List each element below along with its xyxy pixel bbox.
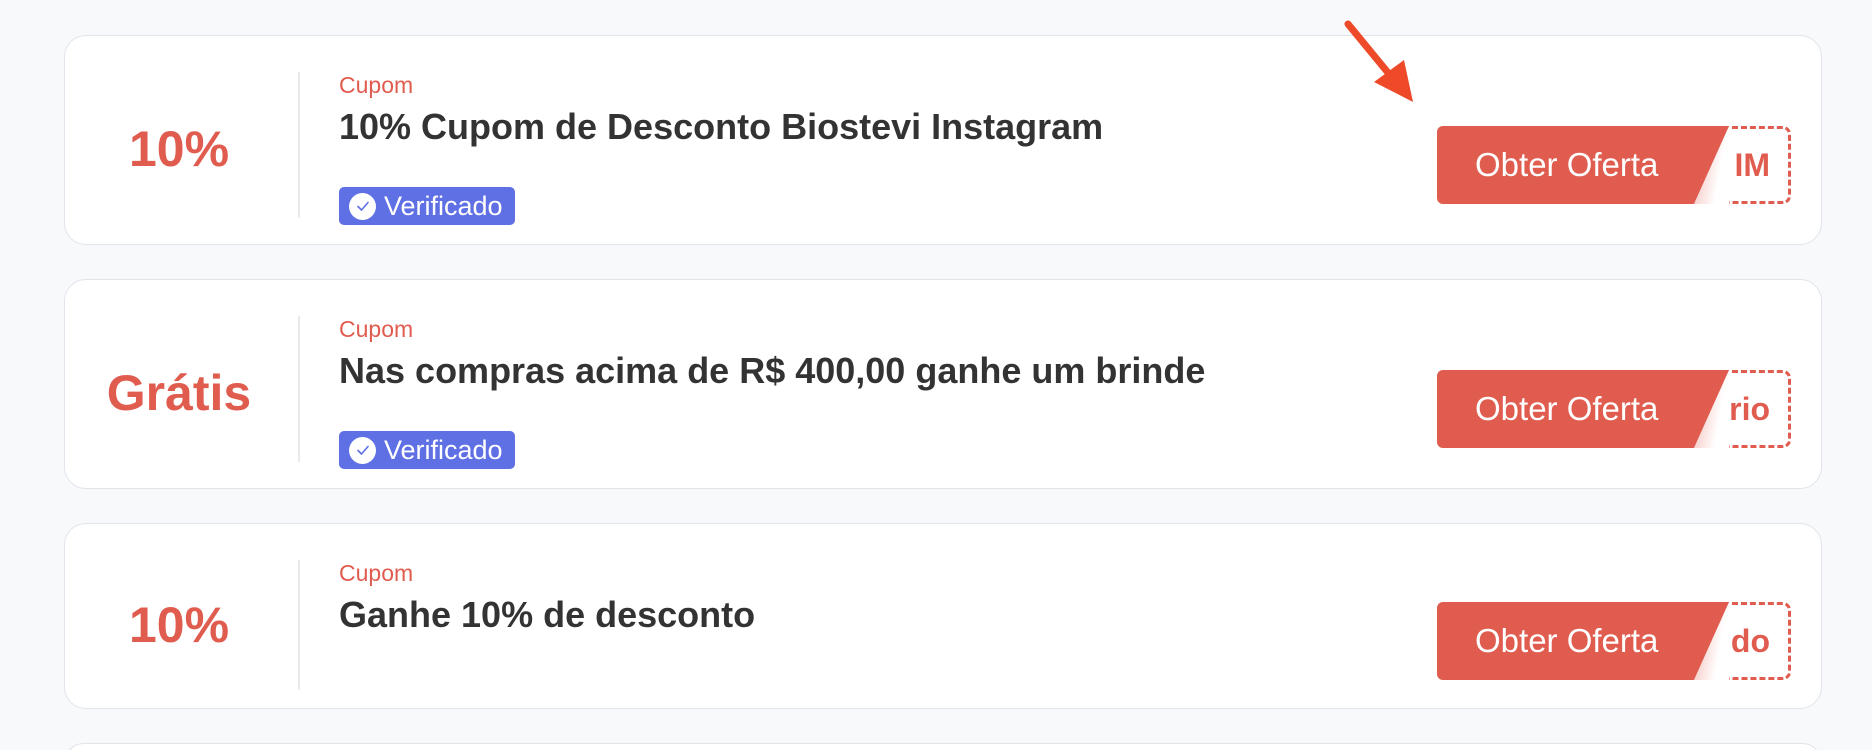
coupon-title[interactable]: 10% Cupom de Desconto Biostevi Instagram (339, 106, 1103, 148)
coupon-card-partial (64, 743, 1822, 750)
discount-value: Grátis (106, 365, 252, 421)
coupon-list-page: 10% Cupom 10% Cupom de Desconto Biostevi… (0, 0, 1872, 750)
get-offer-button[interactable]: Obter Oferta (1437, 370, 1729, 448)
coupon-card: Grátis Cupom Nas compras acima de R$ 400… (64, 279, 1822, 489)
coupon-card: 10% Cupom Ganhe 10% de desconto do Obter… (64, 523, 1822, 709)
discount-value: 10% (128, 121, 230, 177)
card-divider (298, 316, 300, 462)
coupon-title[interactable]: Ganhe 10% de desconto (339, 594, 755, 636)
coupon-card: 10% Cupom 10% Cupom de Desconto Biostevi… (64, 35, 1822, 245)
get-offer-control[interactable]: IM Obter Oferta (1437, 126, 1791, 204)
verified-label: Verificado (384, 190, 503, 221)
card-divider (298, 72, 300, 218)
get-offer-button[interactable]: Obter Oferta (1437, 126, 1729, 204)
coupon-title[interactable]: Nas compras acima de R$ 400,00 ganhe um … (339, 350, 1205, 392)
check-circle-icon (349, 192, 376, 220)
card-divider (298, 560, 300, 690)
verified-badge: Verificado (339, 187, 515, 225)
get-offer-control[interactable]: do Obter Oferta (1437, 602, 1791, 680)
coupon-type-label: Cupom (339, 72, 414, 98)
get-offer-button[interactable]: Obter Oferta (1437, 602, 1729, 680)
discount-value: 10% (128, 597, 230, 653)
coupon-type-label: Cupom (339, 316, 414, 342)
arrow-pointer-icon (1344, 20, 1413, 102)
verified-label: Verificado (384, 434, 503, 465)
coupon-type-label: Cupom (339, 560, 414, 586)
verified-badge: Verificado (339, 431, 515, 469)
check-circle-icon (349, 436, 376, 464)
get-offer-control[interactable]: rio Obter Oferta (1437, 370, 1791, 448)
